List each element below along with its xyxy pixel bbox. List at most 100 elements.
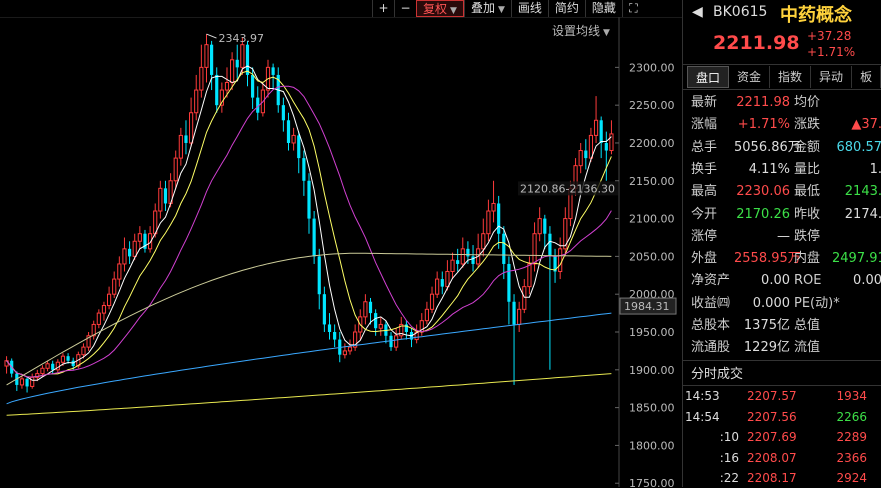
- candle-body: [491, 202, 496, 212]
- tab-3[interactable]: 异动: [811, 66, 853, 88]
- trade-price: 2208.17: [747, 471, 797, 485]
- candle-body: [230, 59, 235, 83]
- high-annotation-arrow: [206, 33, 217, 39]
- trade-row: :22 2208.17 2924: [685, 468, 867, 488]
- candle-body: [137, 233, 142, 242]
- quote-value: 5056.86万: [734, 139, 801, 155]
- candle-body: [333, 332, 337, 340]
- quote-row: 最新 2211.98 均价: [691, 92, 881, 114]
- candle-body: [302, 158, 306, 181]
- candle-body: [429, 293, 435, 310]
- quote-value: 1375亿: [743, 318, 790, 333]
- trade-volume: 1934: [836, 389, 867, 403]
- candle-body: [507, 263, 511, 302]
- candle-body: [588, 134, 594, 159]
- high-annotation: 2343.97: [218, 32, 264, 45]
- quote-header: ◀ BK0615 中药概念 2211.98 +37.28 +1.71%: [683, 0, 881, 62]
- quote-label: 最新: [691, 95, 718, 110]
- candle-body: [312, 218, 316, 257]
- trade-row: :10 2207.69 2289: [685, 427, 867, 447]
- candle-body: [112, 278, 117, 295]
- toolbar-button-2[interactable]: 复权 ▼: [416, 0, 464, 17]
- toolbar-button-3[interactable]: 叠加 ▼: [463, 0, 511, 17]
- toolbar-button-5[interactable]: 简约: [547, 0, 585, 17]
- quote-label: 总股本: [691, 318, 731, 333]
- y-tick-label: 2250.00: [629, 99, 675, 112]
- trade-row: 14:54 2207.56 2266: [685, 407, 867, 427]
- tab-1[interactable]: 资金: [729, 66, 771, 88]
- candle-body: [532, 233, 537, 265]
- y-tick-label: 1950.00: [629, 326, 675, 339]
- toolbar-button-0[interactable]: +: [372, 0, 394, 17]
- trade-time: 14:53: [685, 389, 720, 403]
- candle-body: [173, 157, 178, 182]
- toolbar-button-4[interactable]: 画线: [510, 0, 548, 17]
- trades-title: 分时成交: [691, 367, 744, 382]
- quote-label: 收益㈣: [691, 295, 731, 311]
- candle-body: [40, 367, 45, 375]
- current-price-tag: 1984.31: [624, 300, 670, 313]
- candle-body: [578, 150, 583, 167]
- candle-body: [194, 89, 199, 114]
- trade-volume: 2366: [836, 450, 867, 465]
- candle-body: [471, 256, 475, 264]
- quote-value: 2211.98: [736, 95, 790, 110]
- back-arrow-icon[interactable]: ◀: [692, 4, 703, 20]
- quote-label: ROE: [794, 273, 822, 289]
- toolbar-button-6[interactable]: 隐藏: [584, 0, 622, 17]
- quote-value: 680.57: [836, 139, 881, 155]
- candle-body: [19, 378, 25, 386]
- y-tick-label: 1750.00: [629, 477, 675, 487]
- candle-body: [609, 133, 614, 152]
- candle-body: [558, 248, 563, 273]
- quote-row: 总手 5056.86万金额 680.57: [691, 137, 881, 159]
- price-change: +37.28 +1.71%: [807, 28, 855, 60]
- candle-body: [317, 256, 321, 295]
- candle-body: [460, 248, 465, 265]
- ma250-line: [6, 373, 612, 416]
- candle-body: [178, 134, 183, 159]
- candle-body: [342, 350, 347, 356]
- toolbar-button-1[interactable]: −: [394, 0, 416, 17]
- candle-body: [235, 59, 239, 68]
- quote-label: 今开: [691, 206, 718, 222]
- quote-label: 涨跌: [794, 117, 821, 133]
- quote-row: 换手 4.11% 量比 1.: [691, 159, 881, 181]
- candle-body: [368, 301, 373, 314]
- quote-value: 2558.95万: [734, 251, 801, 267]
- y-tick-label: 1900.00: [629, 364, 675, 377]
- candle-body: [45, 363, 50, 369]
- candle-body: [486, 210, 491, 235]
- toolbar-button-label: +: [378, 1, 389, 15]
- candle-body: [101, 305, 107, 314]
- tab-4[interactable]: 板: [852, 66, 881, 88]
- candle-body: [327, 324, 332, 332]
- quote-label: 跌停: [794, 228, 821, 244]
- trade-row: 14:53 2207.57 1934: [685, 386, 867, 406]
- candle-body: [51, 363, 55, 370]
- candle-body: [593, 119, 599, 136]
- quote-label: 涨停: [691, 228, 718, 244]
- range-annotation: 2120.86-2136.30: [520, 182, 615, 195]
- tab-0[interactable]: 盘口: [687, 66, 730, 88]
- quote-row: 净资产 0.00 ROE 0.00: [691, 270, 881, 292]
- toolbar-button-label: 叠加: [470, 1, 495, 15]
- candle-body: [445, 271, 450, 288]
- quote-label: 总值: [794, 318, 821, 333]
- toolbar-button-7[interactable]: ⛶: [621, 0, 644, 17]
- candle-body: [25, 378, 29, 387]
- tab-2[interactable]: 指数: [770, 66, 812, 88]
- candle-body: [424, 308, 429, 322]
- candle-body: [497, 203, 501, 234]
- candle-body: [281, 105, 285, 121]
- candle-body: [251, 74, 255, 98]
- quote-value: 0.000: [752, 295, 790, 311]
- quote-label: 均价: [794, 95, 821, 110]
- kline-chart[interactable]: 2300.00 2250.00 2200.00 2150.00 2100.00 2050.…: [0, 17, 682, 487]
- quote-value: 2143.: [844, 184, 881, 200]
- y-tick-label: 1800.00: [629, 439, 675, 452]
- chevron-down-icon: ▼: [497, 5, 505, 15]
- toolbar-button-label: 简约: [554, 1, 579, 15]
- quote-value: 1229亿: [743, 340, 790, 356]
- toolbar-button-label: −: [400, 1, 411, 15]
